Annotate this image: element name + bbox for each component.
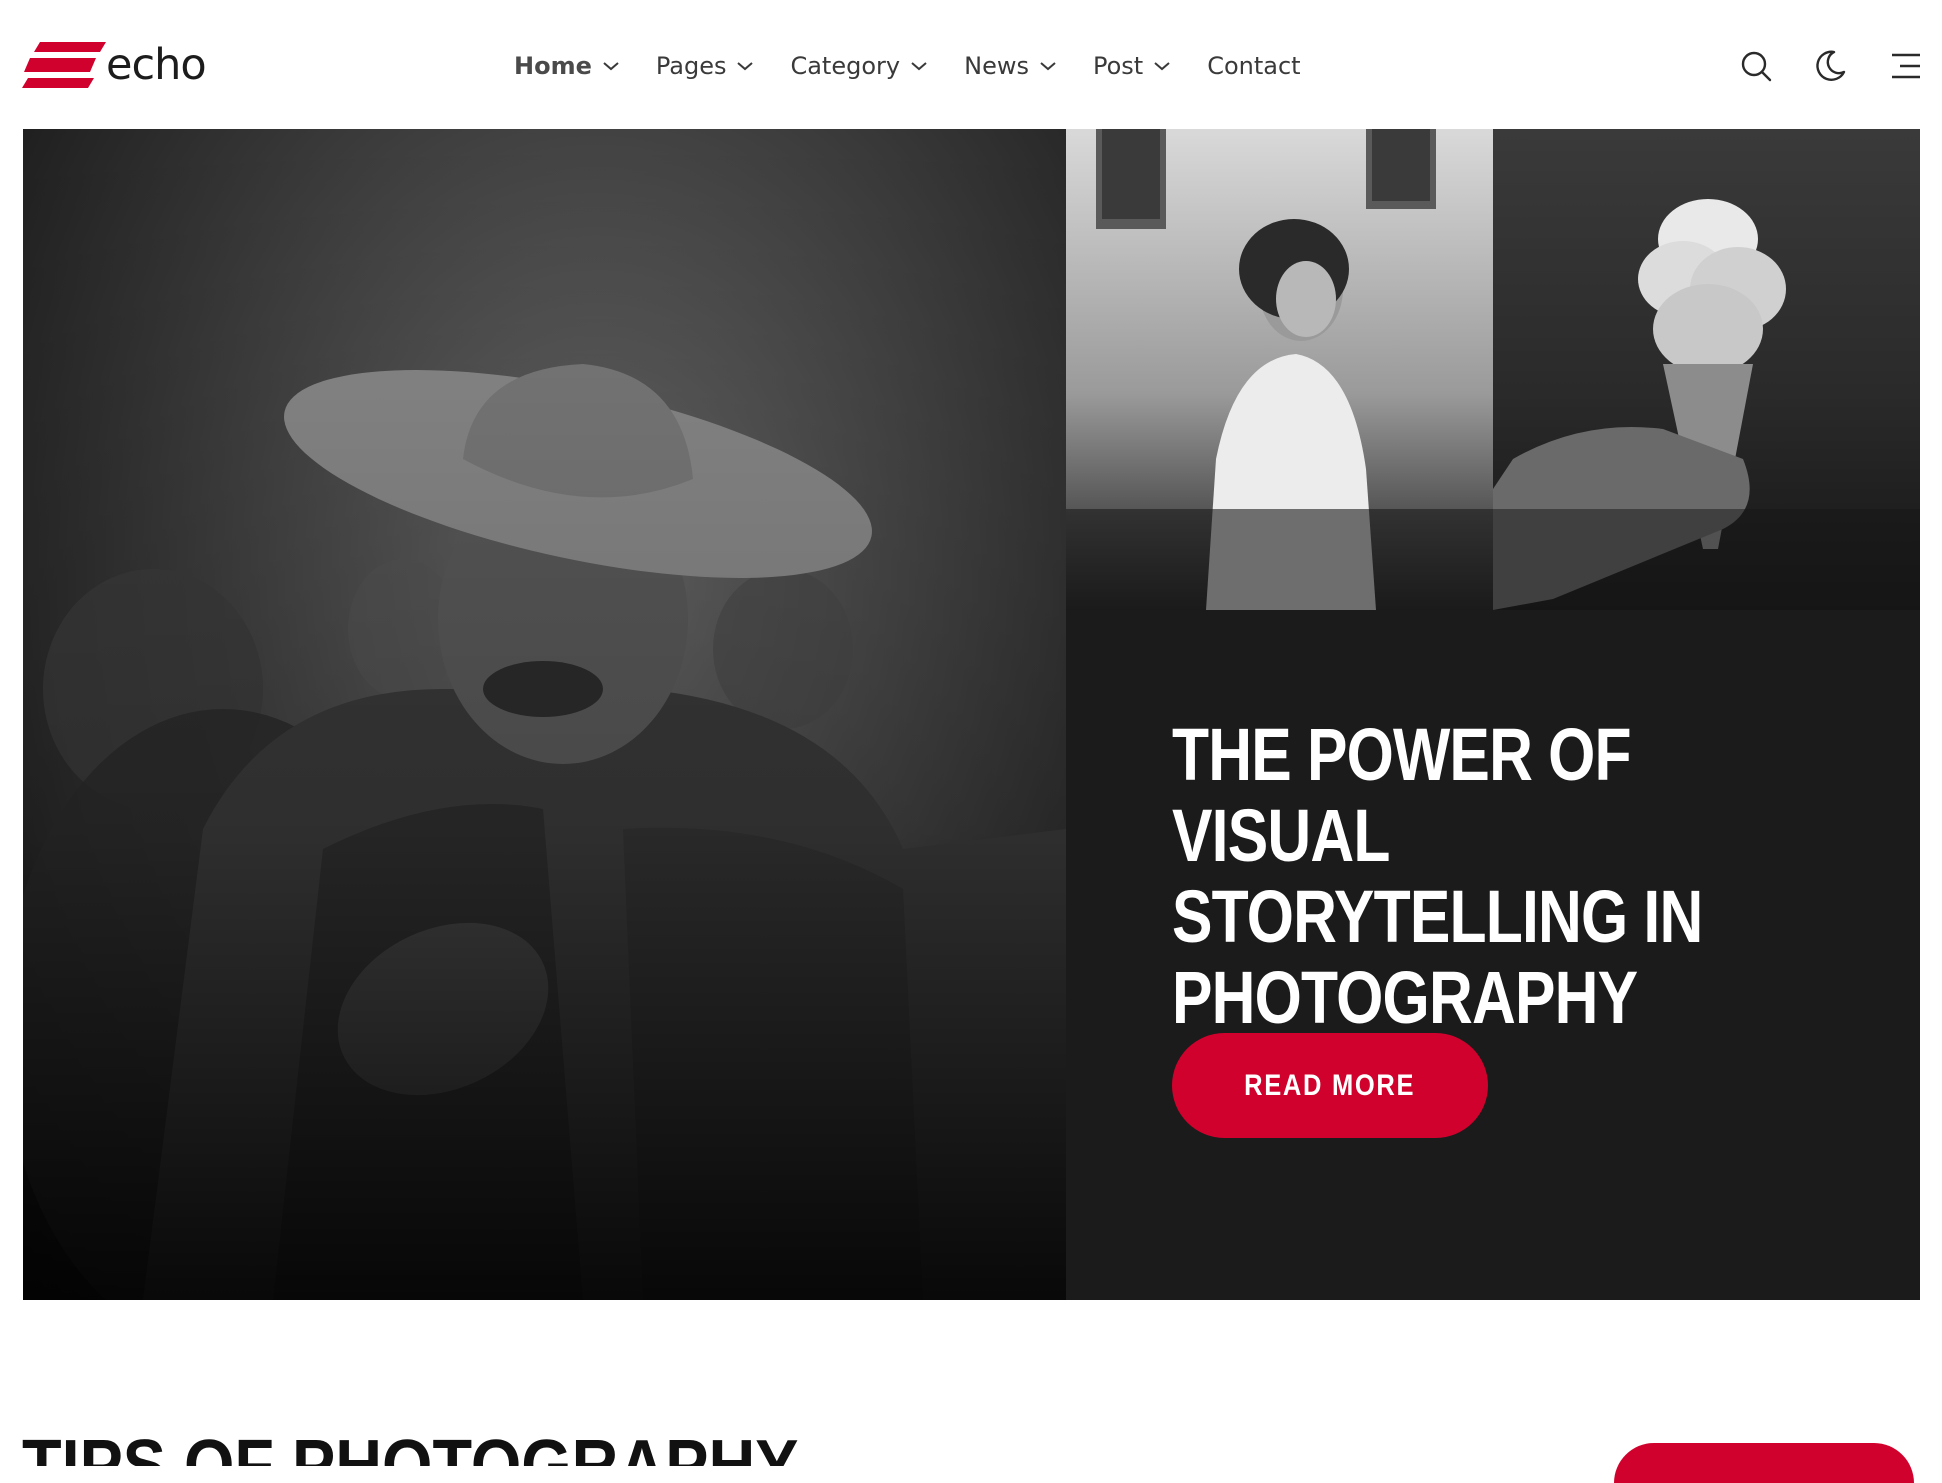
ice-cream-cloud-cone-image [1493,199,1920,610]
nav-item-post[interactable]: Post [1093,52,1171,80]
header-actions [1738,48,1922,84]
chevron-down-icon [737,62,754,71]
logo-mark-icon [22,42,106,88]
chevron-down-icon [603,62,619,71]
chevron-down-icon [911,62,927,71]
section-title-text: Tips of Photography [22,1426,799,1466]
thumbnail-woman-dress[interactable] [1066,129,1493,610]
section-view-all-button[interactable] [1614,1443,1914,1483]
section-title: Tips of Photography [22,1426,922,1466]
nav-item-label: Pages [655,52,727,80]
nav-item-label: Post [1092,52,1144,80]
hero-section: The Power of Visual Storytelling in Phot… [23,129,1920,1300]
nav-item-home[interactable]: Home [514,52,620,80]
portrait-man-hat-image [23,129,1066,1300]
nav-item-label: Home [514,52,592,80]
chevron-down-icon [1154,62,1170,71]
woman-white-dress-image [1066,129,1493,610]
chevron-down-icon [1040,62,1056,71]
nav-item-news[interactable]: News [964,52,1057,80]
moon-icon[interactable] [1812,48,1848,84]
site-header: echo Home Pages Category News Post Conta… [0,0,1942,129]
logo[interactable]: echo [22,38,207,92]
nav-item-category[interactable]: Category [790,52,928,80]
read-more-button[interactable]: Read More [1172,1033,1488,1138]
logo-text: echo [106,40,207,90]
main-nav: Home Pages Category News Post Contact [514,46,1337,86]
hero-content-panel: The Power of Visual Storytelling in Phot… [1066,129,1920,1300]
search-icon[interactable] [1738,48,1774,84]
read-more-label: Read More [1244,1068,1416,1102]
hero-title[interactable]: The Power of Visual Storytelling in Phot… [1172,714,1746,1038]
nav-item-label: Contact [1207,52,1301,80]
menu-icon[interactable] [1886,48,1922,84]
nav-item-contact[interactable]: Contact [1207,52,1300,80]
nav-item-label: Category [790,52,901,80]
thumbnail-ice-cream-cloud[interactable] [1493,129,1920,610]
nav-item-pages[interactable]: Pages [656,52,755,80]
hero-main-image[interactable] [23,129,1066,1300]
nav-item-label: News [964,52,1029,80]
